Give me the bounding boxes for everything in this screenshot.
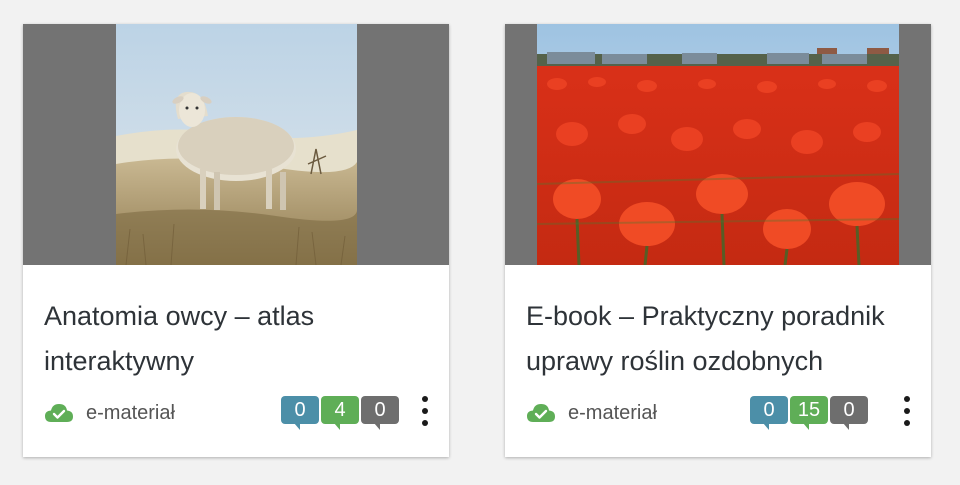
tulip-field-image xyxy=(537,24,899,265)
dot xyxy=(422,420,428,426)
card-type: e-materiał xyxy=(44,400,175,426)
sheep-image xyxy=(116,24,357,265)
resource-card[interactable]: E-book – Praktyczny poradnik uprawy rośl… xyxy=(505,24,931,457)
count-badge-grey[interactable]: 0 xyxy=(361,396,399,430)
dot xyxy=(904,420,910,426)
more-options-icon[interactable] xyxy=(899,394,915,428)
type-label: e-materiał xyxy=(568,401,657,424)
dot xyxy=(904,408,910,414)
card-type: e-materiał xyxy=(526,400,657,426)
count-badge-blue[interactable]: 0 xyxy=(750,396,788,430)
type-label: e-materiał xyxy=(86,401,175,424)
count-badge-grey[interactable]: 0 xyxy=(830,396,868,430)
card-thumbnail[interactable] xyxy=(505,24,931,265)
dot xyxy=(422,396,428,402)
more-options-icon[interactable] xyxy=(417,394,433,428)
card-title[interactable]: E-book – Praktyczny poradnik uprawy rośl… xyxy=(526,294,906,384)
comment-counters: 0 15 0 xyxy=(750,396,868,430)
card-thumbnail[interactable] xyxy=(23,24,449,265)
resource-card[interactable]: Anatomia owcy – atlas interaktywny e-mat… xyxy=(23,24,449,457)
dot xyxy=(904,396,910,402)
cloud-check-icon xyxy=(45,404,73,422)
count-badge-green[interactable]: 15 xyxy=(790,396,828,430)
cloud-check-icon xyxy=(527,404,555,422)
count-badge-blue[interactable]: 0 xyxy=(281,396,319,430)
dot xyxy=(422,408,428,414)
card-title[interactable]: Anatomia owcy – atlas interaktywny xyxy=(44,294,424,384)
count-badge-green[interactable]: 4 xyxy=(321,396,359,430)
comment-counters: 0 4 0 xyxy=(281,396,399,430)
